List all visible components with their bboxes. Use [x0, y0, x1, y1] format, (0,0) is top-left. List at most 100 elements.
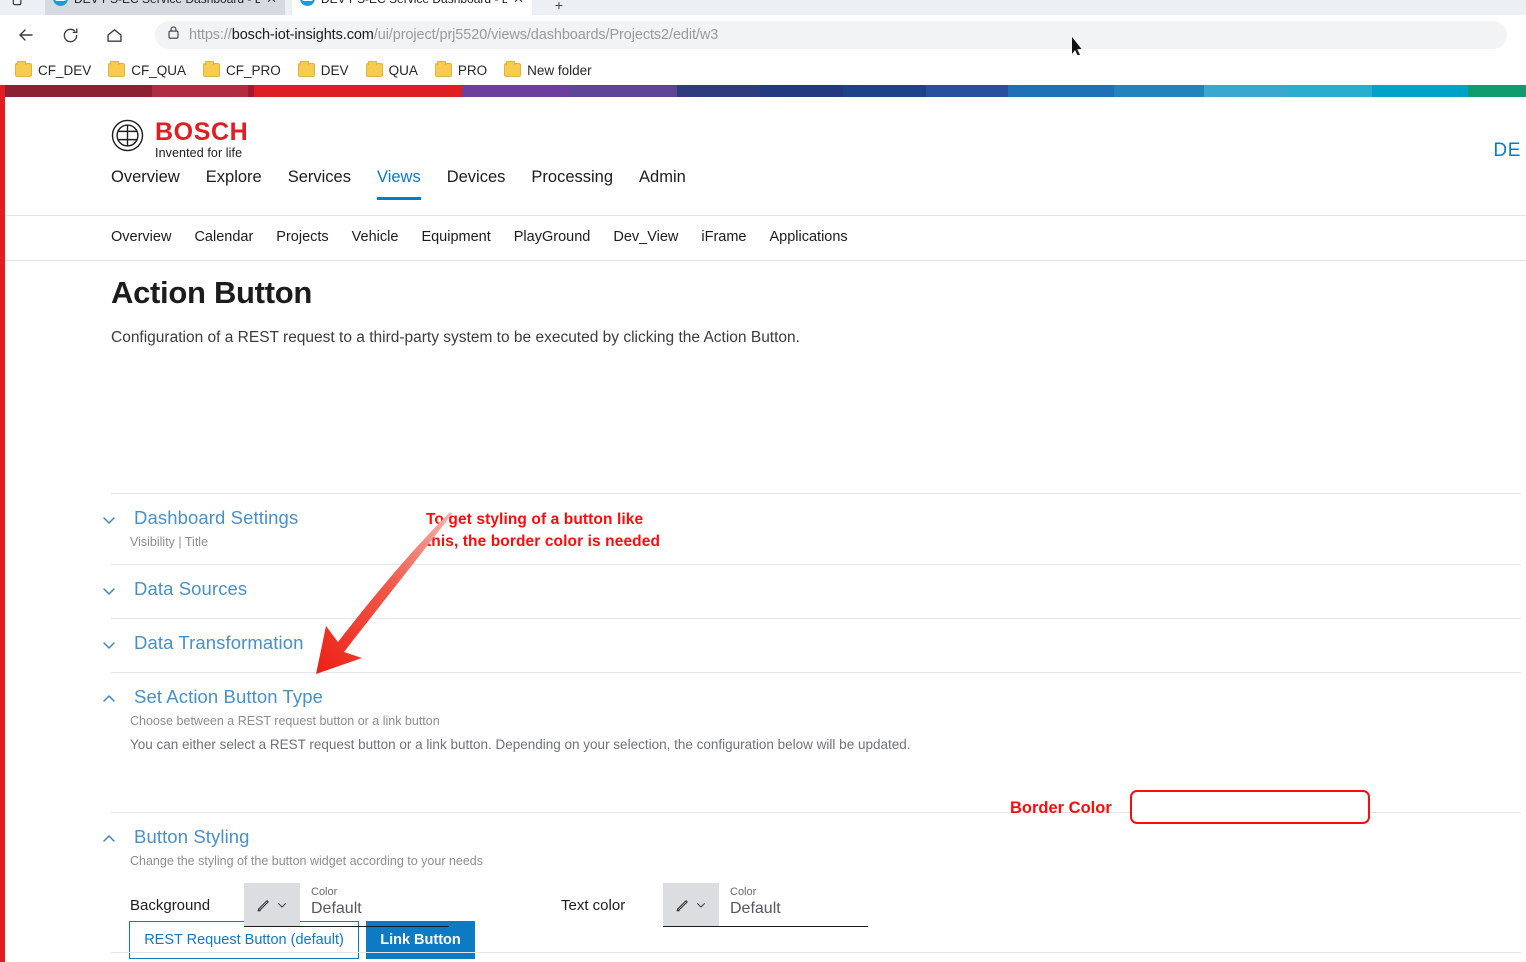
subnav-item-iframe[interactable]: iFrame	[701, 228, 746, 246]
accordion-title-set-action-button-type[interactable]: Set Action Button Type	[134, 686, 323, 708]
tab-list-button[interactable]	[5, 0, 31, 12]
nav-item-overview[interactable]: Overview	[111, 167, 180, 200]
subnav-item-applications[interactable]: Applications	[770, 228, 848, 246]
bosch-anchor-icon	[111, 119, 144, 152]
browser-tab-strip: DEV PS-EC Service Dashboard - D ✕ DEV PS…	[0, 0, 1526, 15]
new-tab-button[interactable]: +	[545, 0, 573, 15]
left-red-stripe	[0, 85, 5, 962]
bookmark-pro[interactable]: PRO	[430, 60, 495, 81]
color-picker-field[interactable]: Color Default	[300, 883, 449, 926]
gradient-segment	[1288, 85, 1372, 97]
color-field-label: Color	[311, 886, 449, 899]
lock-icon	[167, 25, 180, 45]
browser-tab[interactable]: DEV PS-EC Service Dashboard - D ✕	[45, 0, 285, 15]
subnav-item-equipment[interactable]: Equipment	[421, 228, 490, 246]
subnav-item-calendar[interactable]: Calendar	[194, 228, 253, 246]
subnav-item-dev-view[interactable]: Dev_View	[613, 228, 678, 246]
subnav-item-overview[interactable]: Overview	[111, 228, 171, 246]
bosch-favicon	[53, 0, 68, 6]
section-divider	[111, 493, 1521, 494]
annotation-border-color-label: Border Color	[1010, 799, 1112, 818]
color-picker-toggle[interactable]	[244, 883, 300, 926]
bookmark-label: CF_QUA	[131, 63, 186, 78]
nav-item-processing[interactable]: Processing	[531, 167, 613, 200]
gradient-segment	[1204, 85, 1288, 97]
background-color-label: Background	[130, 897, 210, 914]
bookmark-cf-qua[interactable]: CF_QUA	[103, 60, 194, 81]
close-icon[interactable]: ✕	[266, 0, 277, 7]
back-arrow-icon[interactable]	[8, 17, 44, 53]
home-icon[interactable]	[96, 17, 132, 53]
application-page: BOSCH Invented for life DE Overview Expl…	[5, 97, 1526, 962]
gradient-segment	[1008, 85, 1114, 97]
subnav-item-playground[interactable]: PlayGround	[514, 228, 591, 246]
brand-gradient-bar	[0, 85, 1526, 97]
nav-item-devices[interactable]: Devices	[447, 167, 506, 200]
main-navigation: Overview Explore Services Views Devices …	[111, 167, 686, 200]
address-bar[interactable]: https://bosch-iot-insights.com/ui/projec…	[155, 21, 1507, 49]
border-color-highlight[interactable]	[1130, 790, 1370, 824]
tab-title: DEV PS-EC Service Dashboard - D	[321, 0, 507, 6]
text-color-picker[interactable]: Color Default	[663, 883, 868, 927]
bookmark-new-folder[interactable]: New folder	[499, 60, 600, 81]
color-picker-toggle[interactable]	[663, 883, 719, 926]
gradient-segment	[1468, 85, 1526, 97]
gradient-segment	[760, 85, 843, 97]
bookmark-label: PRO	[458, 63, 487, 78]
bookmark-label: CF_DEV	[38, 63, 91, 78]
gradient-segment	[843, 85, 926, 97]
accordion-description-set-action-button-type: You can either select a REST request but…	[130, 737, 911, 752]
chevron-up-icon[interactable]	[99, 689, 119, 709]
chevron-down-icon	[694, 898, 708, 912]
bookmark-qua[interactable]: QUA	[361, 60, 426, 81]
folder-icon	[203, 63, 220, 77]
bookmark-dev[interactable]: DEV	[293, 60, 357, 81]
language-indicator[interactable]: DE	[1493, 140, 1521, 162]
bookmark-cf-dev[interactable]: CF_DEV	[10, 60, 99, 81]
background-color-picker[interactable]: Color Default	[244, 883, 449, 927]
text-color-label: Text color	[561, 897, 625, 914]
reload-icon[interactable]	[52, 17, 88, 53]
accordion-title-data-sources[interactable]: Data Sources	[134, 578, 247, 600]
gradient-segment	[1114, 85, 1204, 97]
close-icon[interactable]: ✕	[513, 0, 524, 7]
chevron-down-icon[interactable]	[99, 635, 119, 655]
nav-item-views[interactable]: Views	[377, 167, 421, 200]
pencil-icon	[255, 896, 272, 913]
arrow-icon	[300, 512, 470, 682]
nav-item-admin[interactable]: Admin	[639, 167, 686, 200]
folder-icon	[504, 63, 521, 77]
subnav-divider	[5, 260, 1526, 261]
accordion-title-data-transformation[interactable]: Data Transformation	[134, 632, 304, 654]
gradient-segment	[152, 85, 248, 97]
accordion-title-dashboard-settings[interactable]: Dashboard Settings	[134, 507, 298, 529]
gradient-segment	[1372, 85, 1468, 97]
nav-item-explore[interactable]: Explore	[206, 167, 262, 200]
bookmark-cf-pro[interactable]: CF_PRO	[198, 60, 289, 81]
chevron-down-icon	[275, 898, 289, 912]
chevron-down-icon[interactable]	[99, 581, 119, 601]
bosch-wordmark: BOSCH	[155, 119, 248, 145]
accordion-subtitle-button-styling: Change the styling of the button widget …	[130, 854, 483, 868]
gradient-segment	[462, 85, 569, 97]
browser-chrome: DEV PS-EC Service Dashboard - D ✕ DEV PS…	[0, 0, 1526, 85]
bosch-logo[interactable]: BOSCH Invented for life	[111, 119, 248, 160]
subnav-item-projects[interactable]: Projects	[276, 228, 328, 246]
subnav-item-vehicle[interactable]: Vehicle	[352, 228, 399, 246]
accordion-title-button-styling[interactable]: Button Styling	[134, 826, 250, 848]
gradient-segment	[0, 85, 152, 97]
bookmark-label: CF_PRO	[226, 63, 281, 78]
section-divider	[111, 952, 1521, 953]
chevron-up-icon[interactable]	[99, 829, 119, 849]
bookmark-label: DEV	[321, 63, 349, 78]
browser-tab-active[interactable]: DEV PS-EC Service Dashboard - D ✕	[292, 0, 532, 15]
gradient-segment	[677, 85, 760, 97]
color-field-label: Color	[730, 886, 868, 899]
gradient-segment	[254, 85, 462, 97]
chevron-down-icon[interactable]	[99, 510, 119, 530]
color-picker-field[interactable]: Color Default	[719, 883, 868, 926]
tab-title: DEV PS-EC Service Dashboard - D	[74, 0, 260, 6]
nav-item-services[interactable]: Services	[288, 167, 351, 200]
bookmark-label: QUA	[389, 63, 418, 78]
bosch-favicon	[300, 0, 315, 6]
